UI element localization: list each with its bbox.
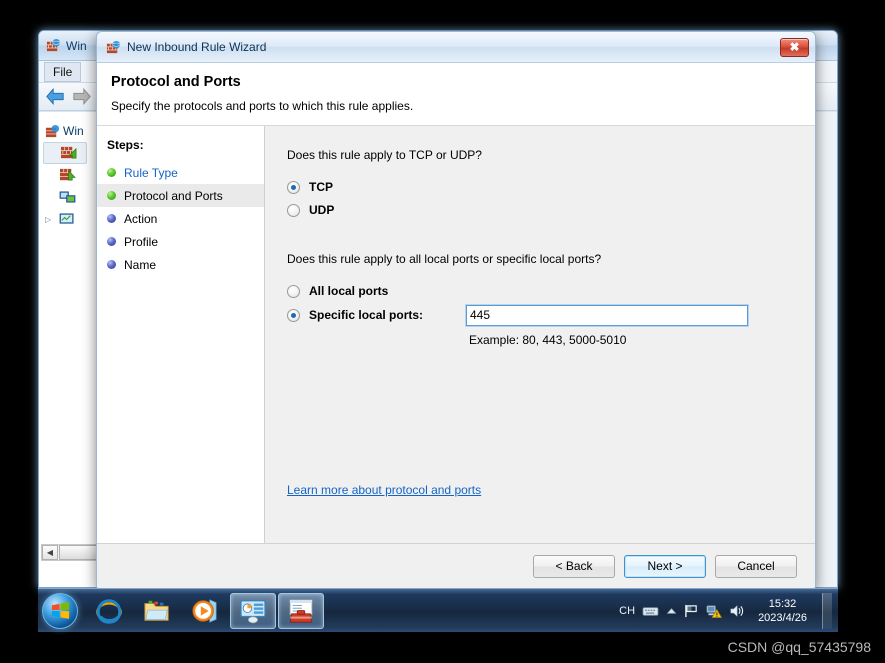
wizard-main: Steps: Rule Type Protocol and Ports Acti… bbox=[97, 126, 815, 543]
step-protocol-and-ports[interactable]: Protocol and Ports bbox=[97, 184, 264, 207]
tree-item-connection-security-rules[interactable] bbox=[43, 186, 104, 208]
step-action[interactable]: Action bbox=[97, 207, 264, 230]
taskbar[interactable]: CH 15:32 2023/4/26 bbox=[38, 588, 838, 632]
back-arrow-icon[interactable] bbox=[45, 88, 65, 105]
radio-option-all-local-ports[interactable]: All local ports bbox=[287, 280, 815, 302]
start-button[interactable] bbox=[42, 592, 78, 629]
volume-icon[interactable] bbox=[729, 604, 745, 618]
step-bullet-icon bbox=[107, 191, 116, 200]
learn-more-link[interactable]: Learn more about protocol and ports bbox=[287, 483, 481, 497]
mmc-toolbox-icon bbox=[289, 598, 313, 623]
control-panel-icon bbox=[240, 599, 266, 623]
step-profile[interactable]: Profile bbox=[97, 230, 264, 253]
ports-question: Does this rule apply to all local ports … bbox=[287, 252, 602, 266]
firewall-icon bbox=[45, 124, 60, 137]
next-button[interactable]: Next > bbox=[624, 554, 706, 578]
step-bullet-icon bbox=[107, 237, 116, 246]
desktop-screen: Win File Win ▷ ◀ New Inbound Rule Wizard… bbox=[0, 0, 885, 663]
wizard-footer: < Back Next > Cancel bbox=[97, 543, 815, 588]
media-player-icon bbox=[192, 599, 217, 623]
show-desktop-button[interactable] bbox=[822, 592, 832, 629]
step-bullet-icon bbox=[107, 168, 116, 177]
page-subtitle: Specify the protocols and ports to which… bbox=[111, 99, 414, 113]
expand-triangle-icon[interactable]: ▷ bbox=[45, 215, 51, 224]
scroll-left-arrow-icon[interactable]: ◀ bbox=[42, 545, 58, 560]
wizard-title-text: New Inbound Rule Wizard bbox=[127, 40, 267, 54]
firewall-icon bbox=[106, 40, 121, 53]
radio-label-all-local-ports: All local ports bbox=[309, 284, 389, 298]
wizard-steps-panel: Steps: Rule Type Protocol and Ports Acti… bbox=[97, 126, 265, 543]
step-bullet-icon bbox=[107, 260, 116, 269]
scrollbar-thumb[interactable] bbox=[59, 545, 101, 560]
step-label: Name bbox=[124, 257, 157, 272]
protocol-question: Does this rule apply to TCP or UDP? bbox=[287, 148, 482, 162]
forward-arrow-icon[interactable] bbox=[72, 88, 92, 105]
console-title-text: Win bbox=[66, 38, 87, 53]
step-label: Protocol and Ports bbox=[124, 188, 223, 203]
radio-option-udp[interactable]: UDP bbox=[287, 199, 815, 221]
internet-explorer-icon bbox=[96, 598, 122, 624]
chevron-up-icon[interactable] bbox=[666, 607, 677, 615]
flag-icon[interactable] bbox=[684, 604, 699, 618]
back-button[interactable]: < Back bbox=[533, 554, 615, 578]
menu-item-file[interactable]: File bbox=[44, 61, 82, 82]
system-tray[interactable]: CH 15:32 2023/4/26 bbox=[619, 592, 838, 629]
page-title: Protocol and Ports bbox=[111, 74, 241, 90]
tree-item-inbound-rules[interactable] bbox=[43, 142, 87, 164]
tree-item-monitoring[interactable]: ▷ bbox=[43, 208, 104, 230]
step-rule-type[interactable]: Rule Type bbox=[97, 161, 264, 184]
step-label: Action bbox=[124, 211, 158, 226]
new-inbound-rule-wizard-dialog[interactable]: New Inbound Rule Wizard ✖ Protocol and P… bbox=[96, 31, 816, 589]
outbound-rules-icon bbox=[59, 168, 76, 181]
radio-button-specific-local-ports[interactable] bbox=[287, 308, 300, 322]
wizard-header: Protocol and Ports Specify the protocols… bbox=[97, 63, 815, 126]
steps-heading: Steps: bbox=[107, 138, 144, 152]
folder-icon bbox=[144, 600, 169, 621]
keyboard-icon[interactable] bbox=[642, 605, 659, 617]
specific-local-ports-row[interactable]: Specific local ports: bbox=[287, 303, 815, 327]
radio-button-tcp[interactable] bbox=[287, 180, 300, 194]
wizard-content-panel: Does this rule apply to TCP or UDP? TCP … bbox=[265, 126, 815, 543]
tree-root-label: Win bbox=[63, 124, 84, 138]
windows-logo-icon bbox=[51, 602, 69, 619]
step-label: Profile bbox=[124, 234, 159, 249]
taskbar-windows-media-player[interactable] bbox=[182, 593, 228, 629]
ime-language-indicator[interactable]: CH bbox=[619, 605, 635, 617]
step-bullet-icon bbox=[107, 214, 116, 223]
tree-item-outbound-rules[interactable] bbox=[43, 164, 104, 186]
connection-security-icon bbox=[59, 191, 76, 203]
taskbar-windows-explorer[interactable] bbox=[134, 593, 180, 629]
radio-button-all-local-ports[interactable] bbox=[287, 284, 300, 298]
radio-label-specific-local-ports: Specific local ports: bbox=[309, 308, 424, 322]
radio-option-tcp[interactable]: TCP bbox=[287, 176, 815, 198]
clock-date: 2023/4/26 bbox=[758, 611, 807, 624]
ports-example-text: Example: 80, 443, 5000-5010 bbox=[469, 333, 627, 347]
clock-time: 15:32 bbox=[768, 597, 797, 610]
watermark: CSDN @qq_57435798 bbox=[727, 639, 871, 655]
monitoring-icon bbox=[59, 213, 74, 224]
radio-button-udp[interactable] bbox=[287, 203, 300, 217]
radio-label-udp: UDP bbox=[309, 203, 335, 217]
taskbar-control-panel[interactable] bbox=[230, 592, 276, 629]
cancel-button[interactable]: Cancel bbox=[715, 554, 797, 578]
close-icon[interactable]: ✖ bbox=[780, 37, 809, 57]
step-label[interactable]: Rule Type bbox=[124, 166, 178, 180]
specific-ports-input[interactable] bbox=[465, 303, 749, 327]
firewall-icon bbox=[46, 38, 61, 52]
step-name[interactable]: Name bbox=[97, 253, 264, 276]
network-warning-icon[interactable] bbox=[706, 604, 723, 618]
clock[interactable]: 15:32 2023/4/26 bbox=[752, 597, 813, 625]
taskbar-internet-explorer[interactable] bbox=[86, 593, 132, 629]
radio-label-tcp: TCP bbox=[309, 180, 333, 194]
wizard-title-bar[interactable]: New Inbound Rule Wizard ✖ bbox=[97, 32, 815, 63]
tree-root-item[interactable]: Win bbox=[43, 120, 104, 142]
tree-horizontal-scrollbar[interactable]: ◀ bbox=[41, 544, 102, 561]
taskbar-mmc-console[interactable] bbox=[278, 592, 324, 629]
inbound-rules-icon bbox=[60, 146, 77, 159]
